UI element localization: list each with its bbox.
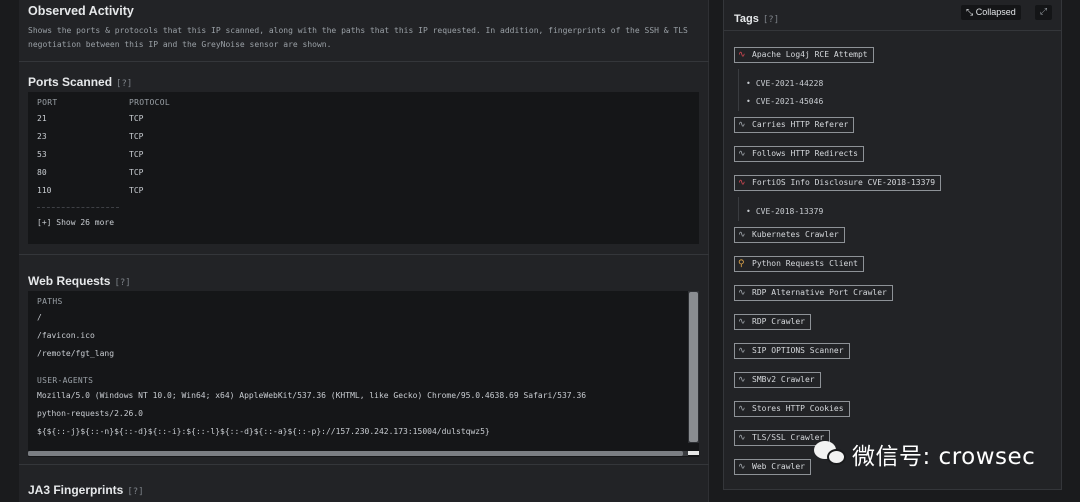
web-requests-title: Web Requests xyxy=(28,274,111,288)
tag-carries-http-referer[interactable]: ∿ Carries HTTP Referer xyxy=(734,117,855,133)
tag-label: Kubernetes Crawler xyxy=(752,230,839,239)
port-cell: 21 xyxy=(37,114,47,123)
tag-label: Carries HTTP Referer xyxy=(752,120,849,129)
tags-heading: Tags [?] xyxy=(734,7,779,26)
pulse-icon: ∿ xyxy=(738,149,746,159)
horizontal-scrollbar[interactable] xyxy=(28,451,688,456)
cve-list-bar xyxy=(738,69,739,111)
scrollbar-thumb[interactable] xyxy=(689,292,698,442)
scrollbar-corner xyxy=(688,451,699,455)
ports-scanned-heading: Ports Scanned [?] xyxy=(28,71,132,90)
paths-header: PATHS xyxy=(37,297,63,306)
tag-sip-options-scanner[interactable]: ∿ SIP OPTIONS Scanner xyxy=(734,343,850,359)
section-divider xyxy=(19,254,709,255)
web-requests-heading: Web Requests [?] xyxy=(28,270,131,289)
pulse-icon: ∿ xyxy=(738,50,746,60)
observed-activity-title: Observed Activity xyxy=(28,4,134,18)
port-cell: 53 xyxy=(37,150,47,159)
tag-label: SIP OPTIONS Scanner xyxy=(752,346,844,355)
port-cell: 80 xyxy=(37,168,47,177)
pulse-icon: ∿ xyxy=(738,230,746,240)
tag-fortios-info-disclosure[interactable]: ∿ FortiOS Info Disclosure CVE-2018-13379 xyxy=(734,175,942,191)
ja3-title: JA3 Fingerprints xyxy=(28,483,124,497)
pulse-icon: ∿ xyxy=(738,346,746,356)
port-column-header: PORT xyxy=(37,98,58,107)
wechat-logo-icon xyxy=(814,439,848,469)
tag-label: RDP Alternative Port Crawler xyxy=(752,288,887,297)
wrench-icon: ⚲ xyxy=(738,259,745,269)
section-divider xyxy=(19,464,709,465)
web-help-link[interactable]: [?] xyxy=(114,278,130,288)
tags-help-link[interactable]: [?] xyxy=(763,15,779,25)
protocol-cell: TCP xyxy=(129,114,144,123)
tag-label: Apache Log4j RCE Attempt xyxy=(752,50,868,59)
observed-activity-panel: Observed Activity Shows the ports & prot… xyxy=(19,0,709,502)
port-cell: 110 xyxy=(37,186,52,195)
wechat-watermark: 微信号: crowsec xyxy=(814,436,1035,472)
user-agent-item: python-requests/2.26.0 xyxy=(37,409,143,418)
tag-stores-http-cookies[interactable]: ∿ Stores HTTP Cookies xyxy=(734,401,850,417)
user-agents-header: USER-AGENTS xyxy=(37,376,94,385)
protocol-cell: TCP xyxy=(129,150,144,159)
expand-button[interactable]: ⤢ xyxy=(1035,5,1052,20)
tag-label: Follows HTTP Redirects xyxy=(752,149,858,158)
tag-follows-http-redirects[interactable]: ∿ Follows HTTP Redirects xyxy=(734,146,864,162)
tags-title: Tags xyxy=(734,13,759,25)
collapse-arrows-icon: ⤡ xyxy=(966,7,974,17)
path-item: /favicon.ico xyxy=(37,331,95,340)
tag-label: SMBv2 Crawler xyxy=(752,375,815,384)
pulse-icon: ∿ xyxy=(738,288,746,298)
tag-kubernetes-crawler[interactable]: ∿ Kubernetes Crawler xyxy=(734,227,845,243)
cve-item: CVE-2021-44228 xyxy=(746,79,823,88)
protocol-cell: TCP xyxy=(129,186,144,195)
tag-smbv2-crawler[interactable]: ∿ SMBv2 Crawler xyxy=(734,372,821,388)
cve-item: CVE-2018-13379 xyxy=(746,207,823,216)
tag-label: Web Crawler xyxy=(752,462,805,471)
vertical-scrollbar[interactable] xyxy=(688,291,699,443)
tag-label: Stores HTTP Cookies xyxy=(752,404,844,413)
tag-rdp-alternative-port-crawler[interactable]: ∿ RDP Alternative Port Crawler xyxy=(734,285,893,301)
observed-activity-description: Shows the ports & protocols that this IP… xyxy=(28,26,688,49)
ports-scanned-title: Ports Scanned xyxy=(28,75,113,89)
tag-label: RDP Crawler xyxy=(752,317,805,326)
pulse-icon: ∿ xyxy=(738,404,746,414)
web-requests-box: PATHS / /favicon.ico /remote/fgt_lang US… xyxy=(28,291,699,457)
observed-activity-header: Observed Activity Shows the ports & prot… xyxy=(19,0,709,62)
cve-item: CVE-2021-45046 xyxy=(746,97,823,106)
tag-rdp-crawler[interactable]: ∿ RDP Crawler xyxy=(734,314,811,330)
user-agent-item: Mozilla/5.0 (Windows NT 10.0; Win64; x64… xyxy=(37,391,587,400)
scrollbar-thumb[interactable] xyxy=(28,451,683,456)
tag-label: FortiOS Info Disclosure CVE-2018-13379 xyxy=(752,178,936,187)
tag-web-crawler[interactable]: ∿ Web Crawler xyxy=(734,459,811,475)
path-item: / xyxy=(37,313,42,322)
ja3-help-link[interactable]: [?] xyxy=(127,487,143,497)
protocol-cell: TCP xyxy=(129,168,144,177)
ports-divider xyxy=(37,207,119,208)
tag-apache-log4j[interactable]: ∿ Apache Log4j RCE Attempt xyxy=(734,47,874,63)
expand-arrows-icon: ⤢ xyxy=(1039,7,1048,17)
pulse-icon: ∿ xyxy=(738,433,746,443)
tag-python-requests-client[interactable]: ⚲ Python Requests Client xyxy=(734,256,864,272)
tags-divider xyxy=(724,30,1061,31)
ports-table: PORT PROTOCOL 21 TCP 23 TCP 53 TCP 80 TC… xyxy=(28,92,699,244)
collapsed-label: Collapsed xyxy=(975,7,1016,17)
user-agent-item: ${${::-j}${::-n}${::-d}${::-i}:${::-l}${… xyxy=(37,427,490,436)
pulse-icon: ∿ xyxy=(738,462,746,472)
pulse-icon: ∿ xyxy=(738,375,746,385)
collapsed-toggle-button[interactable]: ⤡ Collapsed xyxy=(961,5,1021,20)
show-more-ports-button[interactable]: [+] Show 26 more xyxy=(37,218,114,227)
pulse-icon: ∿ xyxy=(738,317,746,327)
tag-label: Python Requests Client xyxy=(752,259,858,268)
pulse-icon: ∿ xyxy=(738,178,746,188)
ports-help-link[interactable]: [?] xyxy=(116,79,132,89)
ja3-heading: JA3 Fingerprints [?] xyxy=(28,479,144,498)
pulse-icon: ∿ xyxy=(738,120,746,130)
protocol-cell: TCP xyxy=(129,132,144,141)
cve-list-bar xyxy=(738,197,739,221)
tags-panel: Tags [?] ⤡ Collapsed ⤢ ∿ Apache Log4j RCE … xyxy=(723,0,1062,490)
protocol-column-header: PROTOCOL xyxy=(129,98,170,107)
watermark-text: 微信号: crowsec xyxy=(852,444,1036,470)
path-item: /remote/fgt_lang xyxy=(37,349,115,358)
port-cell: 23 xyxy=(37,132,47,141)
